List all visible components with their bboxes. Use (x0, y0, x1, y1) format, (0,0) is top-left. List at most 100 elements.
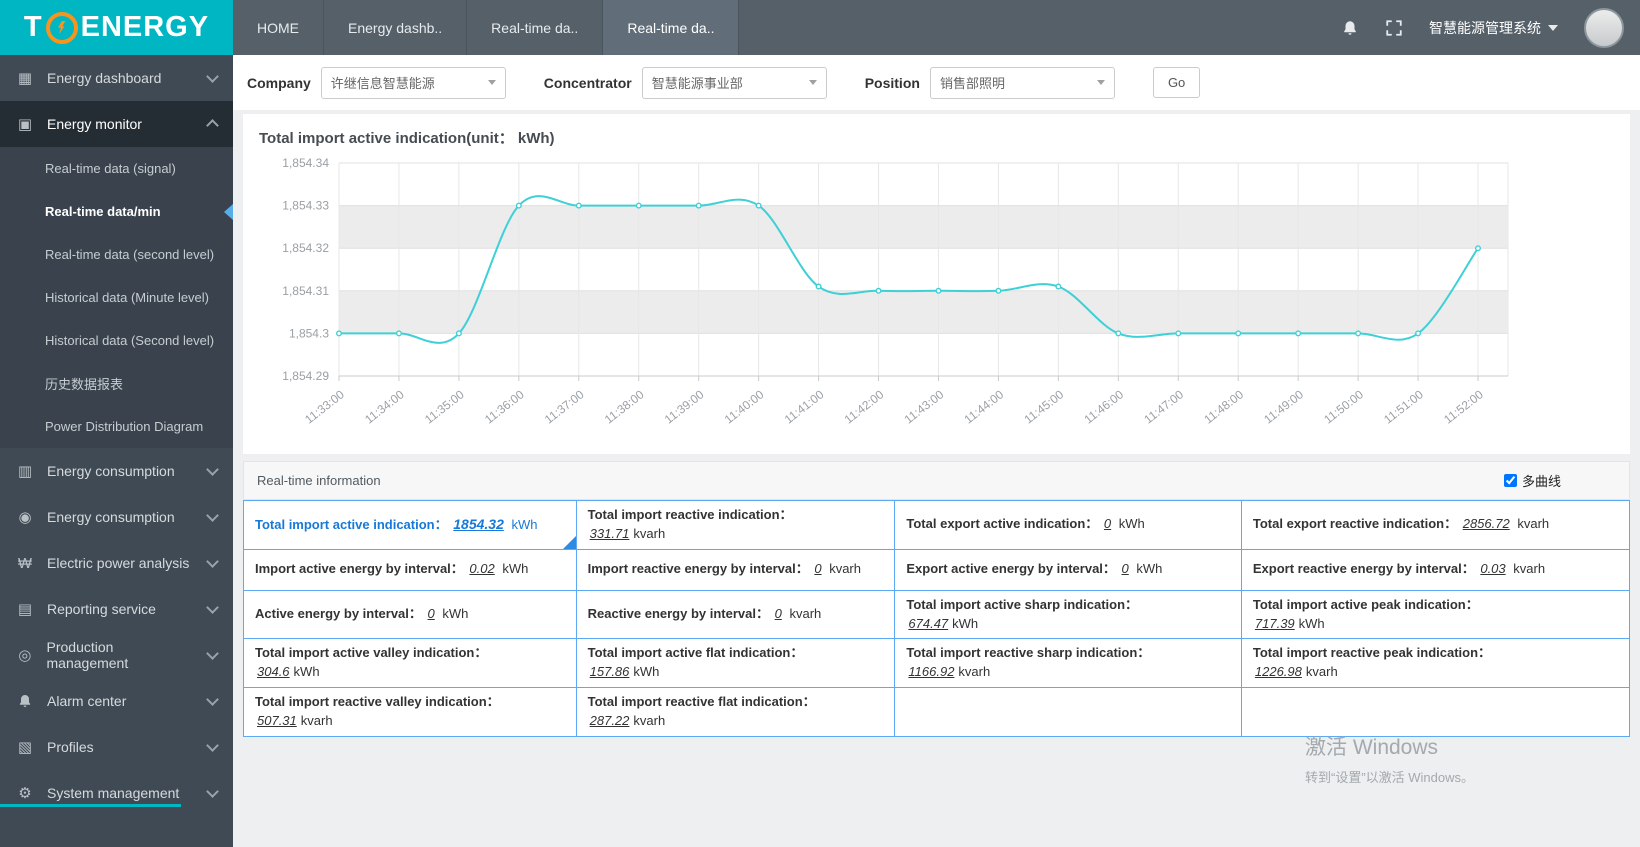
metric-cell-total-import-reactive-valley-indication[interactable]: Total import reactive valley indication：… (243, 687, 577, 737)
sidebar-subitem-historical-data-minute-level-3[interactable]: Historical data (Minute level) (0, 276, 233, 319)
realtime-row: Total import reactive valley indication：… (243, 687, 1631, 737)
metric-cell-reactive-energy-by-interval[interactable]: Reactive energy by interval： 0 kvarh (575, 589, 896, 640)
svg-text:11:36:00: 11:36:00 (482, 387, 527, 426)
company-select[interactable]: 许继信息智慧能源 (320, 66, 506, 99)
svg-text:11:41:00: 11:41:00 (782, 387, 827, 426)
sidebar-item-production-management-6[interactable]: ◎ Production management (0, 632, 233, 678)
chevron-down-icon (206, 601, 219, 614)
metric-cell-import-reactive-energy-by-interval[interactable]: Import reactive energy by interval： 0 kv… (575, 548, 896, 591)
svg-text:11:45:00: 11:45:00 (1021, 387, 1066, 426)
metric-label: Total import reactive valley indication： (255, 694, 500, 710)
metric-label: Reactive energy by interval： (587, 606, 769, 622)
metric-unit: kvarh (958, 664, 991, 680)
svg-text:11:40:00: 11:40:00 (722, 387, 767, 426)
fullscreen-icon[interactable] (1385, 19, 1403, 37)
sidebar: ▦ Energy dashboard ▣ Energy monitor Real-tim… (0, 55, 233, 847)
metric-unit: kWh (1118, 516, 1145, 532)
video-monitor-icon: ▣ (17, 116, 33, 133)
position-select[interactable]: 销售部照明 (929, 66, 1115, 99)
nav-tabs: HOME Energy dashb.. Real-time da.. Real-tim… (233, 0, 740, 55)
top-bar: HOME Energy dashb.. Real-time da.. Real-tim… (233, 0, 1640, 55)
chevron-down-icon (206, 647, 219, 660)
metric-value: 304.6 (257, 664, 290, 680)
multi-curve-label: 多曲线 (1521, 474, 1561, 489)
metric-cell-total-import-active-sharp-indication[interactable]: Total import active sharp indication： 674… (894, 589, 1242, 640)
metric-label: Total export active indication： (906, 516, 1099, 532)
sidebar-item-profiles-8[interactable]: ▧ Profiles (0, 724, 233, 770)
sidebar-item-alarm-center-7[interactable]: Alarm center (0, 678, 233, 724)
metric-unit: kWh (952, 615, 979, 631)
sidebar-item-label: Energy consumption (47, 463, 175, 479)
submenu: Real-time data (signal) Real-time data/mi… (0, 147, 233, 448)
nav-tab-home[interactable]: HOME (233, 0, 324, 55)
company-select-value: 许继信息智慧能源 (330, 76, 435, 91)
sidebar-item-energy-consumption-2[interactable]: ▥ Energy consumption (0, 448, 233, 494)
go-button[interactable]: Go (1152, 67, 1201, 98)
metric-cell-total-import-reactive-flat-indication[interactable]: Total import reactive flat indication： 28… (575, 687, 896, 737)
metric-label: Total import active flat indication： (587, 645, 804, 661)
metric-cell-total-export-active-indication[interactable]: Total export active indication： 0 kWh (894, 500, 1242, 550)
metric-label: Export active energy by interval： (906, 561, 1116, 577)
bar-chart-icon: ▥ (17, 463, 33, 480)
metric-unit: kWh (511, 517, 538, 533)
sidebar-item-energy-dashboard-0[interactable]: ▦ Energy dashboard (0, 55, 233, 101)
metric-unit: kvarh (1517, 516, 1550, 532)
main-content: Company 许继信息智慧能源 Concentrator 智慧能源事业部 Po… (233, 55, 1640, 847)
metric-cell-total-import-active-valley-indication[interactable]: Total import active valley indication： 30… (243, 638, 577, 689)
chevron-down-icon (1096, 80, 1105, 85)
concentrator-select[interactable]: 智慧能源事业部 (641, 66, 827, 99)
nav-tab-real-time-da[interactable]: Real-time da.. (467, 0, 604, 55)
sidebar-item-label: Energy monitor (47, 116, 142, 132)
sidebar-item-system-management-9[interactable]: ⚙ System management (0, 770, 233, 816)
sidebar-subitem-item-5[interactable]: 历史数据报表 (0, 362, 233, 405)
metric-cell-import-active-energy-by-interval[interactable]: Import active energy by interval： 0.02 k… (243, 548, 577, 591)
metric-label: Import reactive energy by interval： (587, 561, 809, 577)
metric-cell-total-export-reactive-indication[interactable]: Total export reactive indication： 2856.7… (1240, 500, 1631, 550)
sidebar-subitem-real-time-data-second-level-2[interactable]: Real-time data (second level) (0, 233, 233, 276)
metric-label: Total import active peak indication： (1252, 596, 1479, 612)
sidebar-item-label: System management (47, 785, 180, 801)
sidebar-subitem-real-time-data-signal-0[interactable]: Real-time data (signal) (0, 147, 233, 190)
realtime-info-panel: Real-time information 多曲线 Total import a… (243, 461, 1631, 737)
sidebar-item-electric-power-analysis-4[interactable]: ₩ Electric power analysis (0, 540, 233, 586)
metric-cell-total-import-reactive-indication[interactable]: Total import reactive indication： 331.71 k… (575, 500, 896, 550)
metric-label: Active energy by interval： (255, 606, 422, 622)
chevron-down-icon (206, 555, 219, 568)
metric-cell-export-reactive-energy-by-interval[interactable]: Export reactive energy by interval： 0.03… (1240, 548, 1631, 591)
dashboard-icon: ▦ (17, 70, 33, 87)
power-watt-icon: ₩ (17, 554, 33, 572)
metric-cell-active-energy-by-interval[interactable]: Active energy by interval： 0 kWh (243, 589, 577, 640)
metric-unit: kWh (1298, 615, 1325, 631)
sidebar-item-reporting-service-5[interactable]: ▤ Reporting service (0, 586, 233, 632)
sidebar-subitem-historical-data-second-level-4[interactable]: Historical data (Second level) (0, 319, 233, 362)
realtime-table-body: Total import active indication： 1854.32 … (243, 500, 1631, 737)
chevron-down-icon (1548, 24, 1558, 31)
metric-cell-export-active-energy-by-interval[interactable]: Export active energy by interval： 0 kWh (894, 548, 1242, 591)
sidebar-subitem-power-distribution-diagram-6[interactable]: Power Distribution Diagram (0, 405, 233, 448)
metric-unit: kvarh (633, 525, 666, 541)
sidebar-item-energy-consumption-3[interactable]: ◉ Energy consumption (0, 494, 233, 540)
multi-curve-toggle: 多曲线 (1503, 471, 1561, 490)
metric-cell-total-import-active-flat-indication[interactable]: Total import active flat indication： 157.… (575, 638, 896, 689)
metric-cell-total-import-active-peak-indication[interactable]: Total import active peak indication： 717.… (1240, 589, 1631, 640)
nav-tab-real-time-da[interactable]: Real-time da.. (603, 0, 740, 55)
system-name-dropdown[interactable]: 智慧能源管理系统 (1429, 18, 1558, 38)
sidebar-item-energy-monitor-1[interactable]: ▣ Energy monitor (0, 101, 233, 147)
profiles-icon: ▧ (17, 739, 33, 756)
metric-cell-total-import-reactive-sharp-indication[interactable]: Total import reactive sharp indication： 1… (894, 638, 1242, 689)
metric-unit: kvarh (1305, 664, 1338, 680)
nav-tab-energy-dashb[interactable]: Energy dashb.. (324, 0, 468, 55)
bell-icon[interactable] (1341, 19, 1359, 37)
user-avatar[interactable] (1584, 7, 1624, 48)
metric-value: 1854.32 (453, 516, 504, 533)
metric-cell-total-import-reactive-peak-indication[interactable]: Total import reactive peak indication： 12… (1240, 638, 1631, 689)
metric-cell-total-import-active-indication[interactable]: Total import active indication： 1854.32 … (243, 500, 577, 550)
metric-value: 0 (1121, 561, 1129, 577)
realtime-line-chart[interactable]: 1,854.29 1,854.3 1,854.31 1,854.32 1,854.33 1… (243, 150, 1623, 452)
system-name-label: 智慧能源管理系统 (1429, 19, 1541, 36)
sidebar-subitem-real-time-data-min-1[interactable]: Real-time data/min (0, 190, 233, 233)
svg-text:1,854.32: 1,854.32 (282, 241, 329, 255)
metric-value: 0.03 (1480, 561, 1506, 577)
multi-curve-checkbox[interactable] (1503, 474, 1517, 487)
realtime-info-header: Real-time information 多曲线 (243, 461, 1630, 500)
